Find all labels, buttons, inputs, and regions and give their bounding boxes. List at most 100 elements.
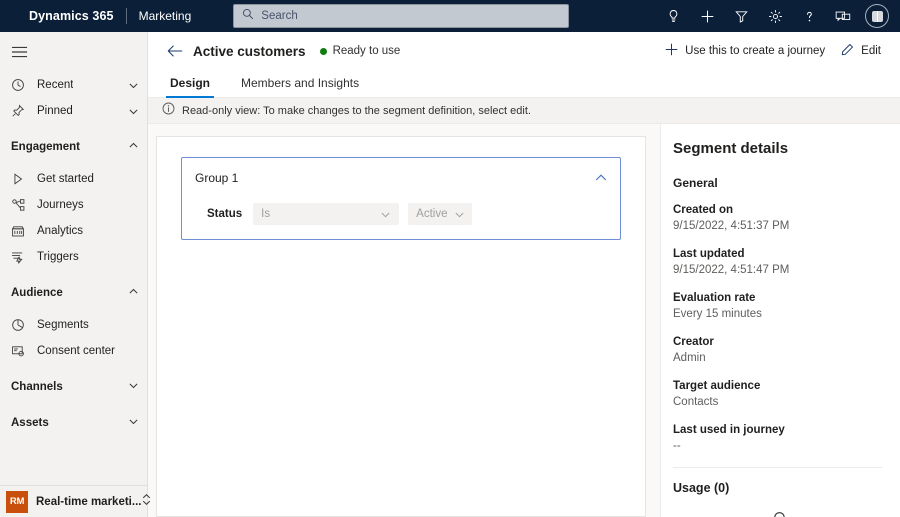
plus-icon[interactable] — [690, 0, 724, 32]
condition-value: Active — [416, 208, 448, 220]
condition-value-dropdown[interactable]: Active — [408, 203, 473, 225]
detail-field-label: Target audience — [673, 380, 761, 392]
sidebar-group-audience[interactable]: Audience — [0, 280, 147, 306]
chevron-down-icon — [370, 209, 391, 220]
search-icon — [242, 7, 254, 25]
sidebar-item-journeys[interactable]: Journeys — [0, 192, 147, 218]
detail-field-label: Last used in journey — [673, 424, 785, 436]
status-label: Ready to use — [332, 45, 401, 57]
search-placeholder: Search — [261, 10, 298, 22]
sidebar-item-get-started[interactable]: Get started — [0, 166, 147, 192]
consent-center-icon — [11, 344, 28, 358]
detail-field-label: Creator — [673, 336, 714, 348]
chevron-down-icon — [128, 80, 139, 91]
sidebar-group-label: Assets — [11, 417, 49, 429]
filter-icon[interactable] — [724, 0, 758, 32]
read-only-info-bar: Read-only view: To make changes to the s… — [148, 98, 900, 124]
chevron-up-icon — [128, 286, 139, 300]
app-root: Dynamics 365 Marketing Search Recent Pin… — [0, 0, 900, 517]
canvas-surface: Group 1 Status Is Active — [156, 136, 646, 517]
back-arrow-icon[interactable] — [162, 38, 188, 64]
magnifier-icon — [767, 509, 789, 517]
condition-row: Status Is Active — [195, 203, 608, 225]
avatar[interactable] — [860, 0, 894, 32]
chevron-up-icon — [128, 140, 139, 154]
sidebar-item-label: Get started — [37, 173, 94, 185]
lightbulb-icon[interactable] — [656, 0, 690, 32]
sidebar-item-consent-center[interactable]: Consent center — [0, 338, 147, 364]
feedback-icon[interactable] — [826, 0, 860, 32]
top-navigation-bar: Dynamics 365 Marketing Search — [0, 0, 900, 32]
condition-group-header: Group 1 — [195, 171, 608, 190]
detail-field-target-audience: Target audience Contacts — [673, 379, 882, 410]
sidebar-group-channels[interactable]: Channels — [0, 374, 147, 400]
create-journey-label: Use this to create a journey — [685, 45, 826, 57]
sidebar-item-recent[interactable]: Recent — [0, 72, 147, 98]
hamburger-menu-icon[interactable] — [0, 32, 147, 72]
sidebar-item-label: Pinned — [37, 105, 73, 117]
detail-field-value: 9/15/2022, 4:51:47 PM — [673, 264, 790, 276]
condition-group-card[interactable]: Group 1 Status Is Active — [181, 157, 621, 240]
plus-icon — [665, 43, 678, 59]
usage-empty-state: This segment has not been used in journe… — [673, 509, 882, 517]
content-area: Group 1 Status Is Active Segment details… — [148, 124, 900, 517]
app-area-badge: RM — [6, 490, 28, 513]
tab-members-and-insights[interactable]: Members and Insights — [237, 76, 363, 98]
gear-icon[interactable] — [758, 0, 792, 32]
status-dot-icon — [319, 47, 327, 55]
condition-attribute-label: Status — [207, 208, 243, 220]
question-icon[interactable] — [792, 0, 826, 32]
detail-field-evaluation-rate: Evaluation rate Every 15 minutes — [673, 291, 882, 322]
app-area-label: Real-time marketi... — [36, 495, 142, 508]
info-message: Read-only view: To make changes to the s… — [182, 104, 531, 117]
details-general-heading: General — [673, 176, 718, 190]
avatar-circle — [865, 4, 889, 28]
brand-area[interactable]: Dynamics 365 Marketing — [0, 0, 191, 32]
pin-icon — [11, 104, 28, 118]
journeys-icon — [11, 198, 28, 212]
brand-divider — [125, 8, 127, 24]
detail-field-last-used-in-journey: Last used in journey -- — [673, 423, 882, 454]
sidebar-group-label: Channels — [11, 381, 63, 393]
status-badge: Ready to use — [319, 45, 401, 57]
info-icon — [162, 102, 175, 120]
create-journey-button[interactable]: Use this to create a journey — [659, 37, 831, 65]
condition-operator-dropdown[interactable]: Is — [253, 203, 400, 225]
sidebar-item-analytics[interactable]: Analytics — [0, 218, 147, 244]
brand-name: Dynamics 365 — [29, 9, 114, 23]
sidebar-group-engagement[interactable]: Engagement — [0, 134, 147, 160]
top-bar-actions — [656, 0, 894, 32]
sidebar-item-pinned[interactable]: Pinned — [0, 98, 147, 124]
app-name-label: Marketing — [138, 9, 192, 23]
search-input[interactable]: Search — [233, 4, 570, 28]
chevron-down-icon — [447, 209, 465, 220]
usage-heading: Usage (0) — [673, 481, 730, 495]
sidebar: Recent Pinned Engagement Get started Jou… — [0, 32, 151, 517]
chevron-up-down-icon — [141, 493, 152, 511]
chevron-up-icon[interactable] — [594, 171, 608, 190]
pencil-icon — [841, 43, 854, 59]
analytics-icon — [11, 224, 28, 238]
detail-field-label: Created on — [673, 204, 734, 216]
edit-button[interactable]: Edit — [835, 37, 887, 65]
app-area-switcher[interactable]: RM Real-time marketi... — [0, 485, 151, 517]
sidebar-item-label: Recent — [37, 79, 74, 91]
command-bar-actions: Use this to create a journey Edit — [659, 37, 887, 65]
tab-design[interactable]: Design — [166, 76, 215, 98]
detail-field-value: Contacts — [673, 396, 719, 408]
tab-bar: Design Members and Insights — [148, 70, 900, 98]
chevron-down-icon — [128, 106, 139, 117]
detail-field-value: 9/15/2022, 4:51:37 PM — [673, 220, 790, 232]
triggers-icon — [11, 250, 28, 264]
sidebar-item-segments[interactable]: Segments — [0, 312, 147, 338]
sidebar-item-label: Analytics — [37, 225, 84, 237]
clock-icon — [11, 78, 28, 92]
page-title: Active customers — [193, 43, 306, 59]
sidebar-item-triggers[interactable]: Triggers — [0, 244, 147, 270]
sidebar-group-label: Engagement — [11, 141, 81, 153]
sidebar-group-assets[interactable]: Assets — [0, 410, 147, 436]
chevron-down-icon — [128, 416, 139, 430]
detail-field-label: Evaluation rate — [673, 292, 756, 304]
